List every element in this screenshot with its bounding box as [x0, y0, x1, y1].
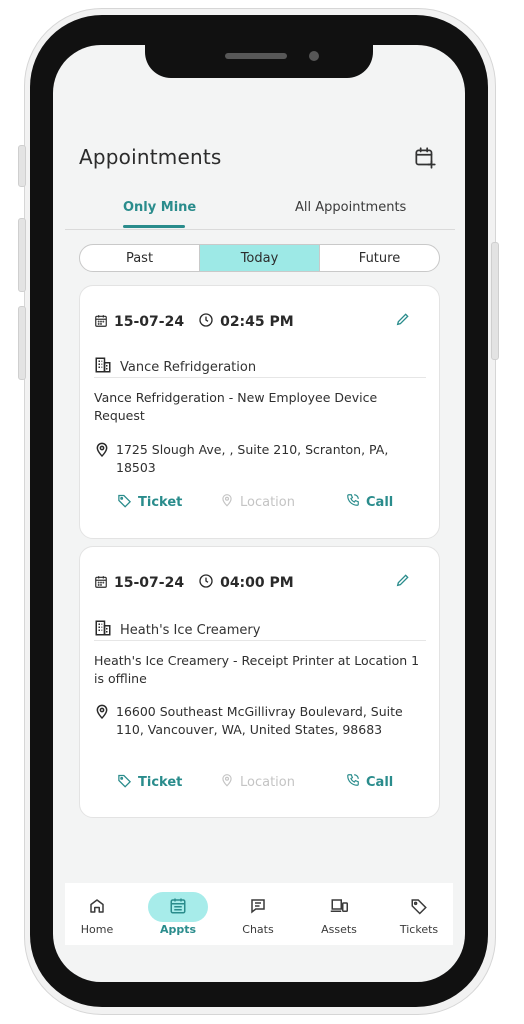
location-pin-icon [220, 773, 234, 792]
nav-home[interactable]: Home [67, 883, 127, 945]
nav-label: Appts [159, 923, 197, 936]
appointment-date: 15-07-24 [114, 575, 185, 591]
building-icon [94, 356, 112, 378]
appointment-date: 15-07-24 [114, 314, 185, 330]
calendar-plus-icon[interactable] [412, 145, 438, 171]
appointment-time: 02:45 PM [220, 314, 294, 330]
location-label: Location [240, 495, 295, 510]
nav-tickets[interactable]: Tickets [389, 883, 449, 945]
phone-side-button [491, 242, 499, 360]
nav-label: Chats [242, 923, 274, 936]
divider [65, 229, 455, 230]
location-button[interactable]: Location [220, 773, 295, 792]
nav-appts[interactable]: Appts [148, 883, 208, 945]
location-pin-icon [94, 703, 110, 725]
location-button[interactable]: Location [220, 493, 295, 512]
tab-all-appointments[interactable]: All Appointments [295, 200, 406, 215]
page-title: Appointments [79, 145, 222, 169]
call-button[interactable]: Call [346, 773, 393, 791]
call-label: Call [366, 774, 394, 790]
tag-icon [117, 493, 132, 512]
call-button[interactable]: Call [346, 493, 393, 511]
phone-icon [346, 493, 360, 511]
divider [94, 377, 426, 378]
camera [309, 51, 319, 61]
appointment-description: Vance Refridgeration - New Employee Devi… [94, 390, 378, 423]
phone-side-button [18, 145, 26, 187]
notch [145, 45, 373, 78]
nav-label: Tickets [399, 923, 439, 936]
company-name: Vance Refridgeration [120, 359, 257, 375]
tab-active-indicator [123, 225, 185, 228]
edit-pencil-icon[interactable] [395, 311, 411, 331]
building-icon [94, 619, 112, 641]
home-icon [88, 897, 106, 919]
appointment-card[interactable]: 15-07-24 02:45 PM Vance Refridgeration V… [79, 285, 440, 539]
location-pin-icon [94, 441, 110, 463]
appointment-time: 04:00 PM [220, 575, 294, 591]
nav-chats[interactable]: Chats [228, 883, 288, 945]
ticket-label: Ticket [138, 775, 183, 790]
phone-side-button [18, 306, 26, 380]
bottom-navigation: Home Appts Chats Assets Tickets [65, 883, 453, 945]
edit-pencil-icon[interactable] [395, 572, 411, 592]
tag-icon [410, 897, 428, 919]
nav-assets[interactable]: Assets [309, 883, 369, 945]
appointment-address: 1725 Slough Ave, , Suite 210, Scranton, … [116, 442, 389, 475]
phone-icon [346, 773, 360, 791]
appointment-address: 16600 Southeast McGillivray Boulevard, S… [116, 704, 403, 737]
divider [94, 640, 426, 641]
chat-icon [249, 897, 267, 919]
phone-side-button [18, 218, 26, 292]
tab-only-mine[interactable]: Only Mine [123, 200, 196, 215]
calendar-icon [94, 574, 108, 593]
appointment-description: Heath's Ice Creamery - Receipt Printer a… [94, 653, 420, 686]
location-label: Location [240, 775, 295, 790]
calendar-icon [94, 313, 108, 332]
segment-future[interactable]: Future [320, 245, 439, 271]
company-name: Heath's Ice Creamery [120, 622, 261, 638]
calendar-icon [169, 897, 187, 919]
nav-label: Home [80, 923, 114, 936]
nav-label: Assets [321, 923, 357, 936]
devices-icon [329, 897, 349, 919]
location-pin-icon [220, 493, 234, 512]
segment-past[interactable]: Past [80, 245, 199, 271]
call-label: Call [366, 494, 394, 510]
appointment-card[interactable]: 15-07-24 04:00 PM Heath's Ice Creamery H… [79, 546, 440, 818]
date-range-segmented-control: Past Today Future [79, 244, 440, 272]
segment-today[interactable]: Today [199, 245, 320, 271]
speaker [225, 53, 287, 59]
clock-icon [198, 312, 214, 332]
ticket-label: Ticket [138, 495, 183, 510]
tag-icon [117, 773, 132, 792]
ticket-button[interactable]: Ticket [117, 773, 182, 792]
app-screen: Appointments Only Mine All Appointments … [53, 45, 465, 982]
ticket-button[interactable]: Ticket [117, 493, 182, 512]
clock-icon [198, 573, 214, 593]
